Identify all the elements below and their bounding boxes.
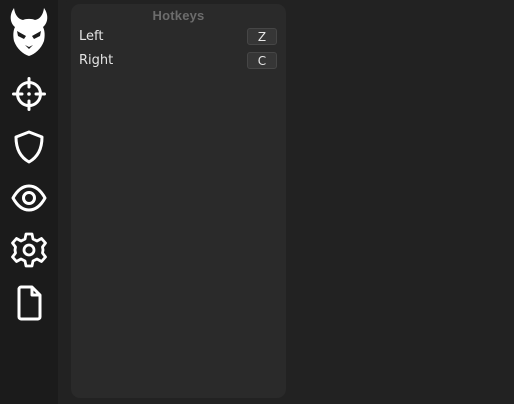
- file-icon[interactable]: [0, 282, 58, 324]
- hotkey-row-left: Left Z: [71, 28, 286, 48]
- sidebar: [0, 0, 58, 404]
- panel-title: Hotkeys: [152, 8, 205, 23]
- app-window: Hotkeys Left Z Right C: [0, 0, 514, 404]
- eye-icon[interactable]: [0, 178, 58, 218]
- hotkey-right-button[interactable]: C: [247, 52, 277, 69]
- hotkey-left-button[interactable]: Z: [247, 28, 277, 45]
- gear-icon[interactable]: [0, 229, 58, 271]
- crosshair-icon[interactable]: [0, 74, 58, 114]
- shield-icon[interactable]: [0, 126, 58, 168]
- hotkey-row-right: Right C: [71, 52, 286, 72]
- hotkey-label-right: Right: [79, 53, 114, 68]
- demon-logo-icon: [0, 4, 58, 58]
- hotkey-label-left: Left: [79, 29, 104, 44]
- hotkeys-panel: Hotkeys Left Z Right C: [71, 4, 286, 398]
